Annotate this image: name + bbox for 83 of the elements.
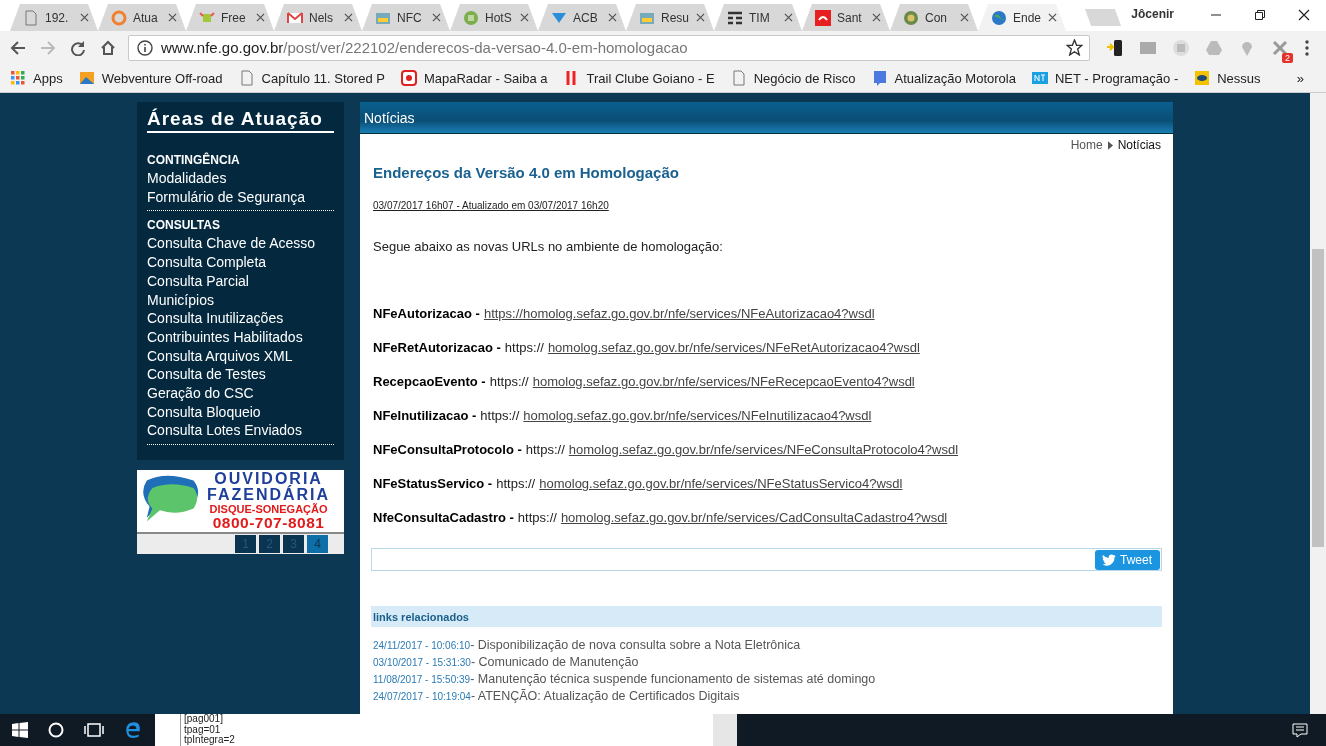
sidebar-link[interactable]: Formulário de Segurança — [147, 187, 334, 207]
browser-tab[interactable]: 192. — [10, 4, 98, 31]
sidebar-link[interactable]: Consulta Chave de Acesso — [147, 234, 334, 254]
breadcrumb-current: Notícias — [1117, 138, 1161, 152]
profile-name[interactable]: Jôcenir — [1131, 7, 1174, 21]
address-bar[interactable]: www.nfe.go.gov.br/post/ver/222102/enderecos-da-versao-4.0-em-homologacao — [128, 34, 1090, 61]
related-date: 11/08/2017 - 15:50:39 — [373, 674, 471, 685]
service-link[interactable]: homolog.sefaz.go.gov.br/nfe/services/NFeStatusServico4?wsdl — [539, 476, 903, 510]
sidebar-link[interactable]: Geração do CSC — [147, 384, 334, 403]
related-date: 03/10/2017 - 15:31:30 — [373, 657, 471, 668]
sidebar-link[interactable]: Consulta Inutilizações — [147, 309, 334, 328]
sidebar-link[interactable]: Modalidades — [147, 169, 334, 188]
url-prefix: https:// — [517, 510, 557, 527]
service-link[interactable]: homolog.sefaz.go.gov.br/nfe/services/NFeRecepcaoEvento4?wsdl — [532, 374, 915, 408]
bookmark[interactable]: Trail Clube Goiano - E — [563, 70, 715, 86]
section-heading: CONSULTAS — [147, 217, 221, 235]
bookmark[interactable]: Apps — [10, 70, 63, 86]
banner-phone: 0800-707-8081 — [212, 515, 325, 531]
sidebar-link[interactable]: Consulta Bloqueio — [147, 402, 334, 422]
section-title: Notícias — [364, 109, 415, 126]
banner-subtitle: FAZENDÁRIA — [207, 487, 331, 504]
service-link[interactable]: homolog.sefaz.go.gov.br/nfe/services/NFeInutilizacao4?wsdl — [523, 408, 872, 442]
ombudsman-banner[interactable]: OUVIDORIA FAZENDÁRIA DISQUE-SONEGAÇÃO 0800-707-8081 — [137, 470, 344, 533]
banner-tagline: DISQUE-SONEGAÇÃO — [209, 504, 328, 516]
browser-tab[interactable]: Con — [890, 4, 978, 31]
article-intro: Segue abaixo as novas URLs no ambiente de homologação: — [373, 239, 724, 254]
service-name: NFeConsultaProtocolo - — [373, 442, 522, 459]
bookmark[interactable]: MapaRadar - Saiba a — [400, 70, 548, 86]
sidebar-link[interactable]: Consulta Arquivos XML — [147, 346, 334, 366]
bookmark[interactable]: Nessus — [1194, 70, 1261, 86]
service-link[interactable]: homolog.sefaz.go.gov.br/nfe/services/CadConsultaCadastro4?wsdl — [560, 510, 948, 544]
more-bookmarks-button[interactable]: » — [1296, 70, 1304, 86]
bookmark[interactable]: NET - Programação - — [1031, 70, 1179, 86]
sidebar-link[interactable]: Consulta de Testes — [147, 365, 334, 385]
service-name: RecepcaoEvento - — [373, 374, 486, 391]
related-link[interactable]: - Comunicado de Manutenção — [470, 655, 639, 669]
bookmark[interactable]: Capítulo 11. Stored P — [238, 70, 385, 86]
url-prefix: https:// — [489, 374, 529, 391]
sidebar-link[interactable]: Consulta Parcial — [147, 271, 334, 291]
editor-line: tpIntegra=2 — [184, 735, 235, 746]
related-link[interactable]: - ATENÇÃO: Atualização de Certificados Digitais — [470, 689, 740, 703]
browser-tab[interactable]: Atua — [98, 4, 186, 31]
browser-tab[interactable]: Nels — [274, 4, 362, 31]
url-prefix: https:// — [496, 476, 536, 493]
sidebar-link[interactable]: Consulta Lotes Enviados — [147, 421, 334, 441]
sidebar-link[interactable]: Contribuintes Habilitados — [147, 327, 334, 347]
browser-tab[interactable]: TIM — [714, 4, 802, 31]
bookmark[interactable]: Atualização Motorola — [871, 70, 1016, 86]
section-heading: CONTINGÊNCIA — [147, 151, 241, 169]
browser-tab[interactable]: NFC — [362, 4, 450, 31]
service-link[interactable]: homolog.sefaz.go.gov.br/nfe/services/NFeRetAutorizacao4?wsdl — [547, 340, 920, 374]
article-dateline: 03/07/2017 16h07 - Atualizado em 03/07/2017 16h20 — [373, 200, 610, 211]
related-link[interactable]: - Manutenção técnica suspende funcionamento de sistemas até domingo — [470, 672, 876, 686]
sidebar-link[interactable]: Consulta Completa — [147, 253, 334, 272]
browser-tab[interactable]: Ende — [978, 4, 1066, 31]
service-name: NFeAutorizacao - — [373, 306, 480, 323]
editor-line: tpag=01 — [184, 724, 221, 735]
url-prefix: https:// — [525, 442, 565, 459]
service-link[interactable]: https://homolog.sefaz.go.gov.br/nfe/services/NFeAutorizacao4?wsdl — [483, 306, 875, 340]
bookmark[interactable]: Negócio de Risco — [730, 70, 856, 86]
browser-tab[interactable]: Resu — [626, 4, 714, 31]
service-name: NFeStatusServico - — [373, 476, 493, 493]
notification-badge: 2 — [1282, 52, 1293, 63]
article-title: Endereços da Versão 4.0 em Homologação — [373, 164, 680, 181]
url-prefix: https:// — [480, 408, 520, 425]
bookmark[interactable]: Webventure Off-road — [78, 70, 223, 86]
browser-tab[interactable]: Sant — [802, 4, 890, 31]
related-link[interactable]: - Disponibilização de nova consulta sobre a Nota Eletrônica — [470, 638, 801, 652]
service-name: NfeConsultaCadastro - — [373, 510, 514, 527]
sidebar-title: Áreas de Atuação — [147, 108, 334, 133]
editor-line: [pag001] — [184, 714, 224, 725]
service-name: NFeInutilizacao - — [373, 408, 477, 425]
breadcrumb-link[interactable]: Home — [1070, 138, 1103, 152]
service-link[interactable]: homolog.sefaz.go.gov.br/nfe/services/NFeConsultaProtocolo4?wsdl — [568, 442, 959, 476]
browser-tab[interactable]: ACB — [538, 4, 626, 31]
browser-tab[interactable]: Free — [186, 4, 274, 31]
sidebar-link[interactable]: Municípios — [147, 290, 334, 310]
url-prefix: https:// — [504, 340, 544, 357]
browser-tab[interactable]: HotS — [450, 4, 538, 31]
service-name: NFeRetAutorizacao - — [373, 340, 501, 357]
related-date: 24/07/2017 - 10:19:04 — [373, 691, 471, 702]
related-links-header: links relacionados — [371, 606, 1162, 627]
related-date: 24/11/2017 - 10:06:10 — [373, 640, 471, 651]
